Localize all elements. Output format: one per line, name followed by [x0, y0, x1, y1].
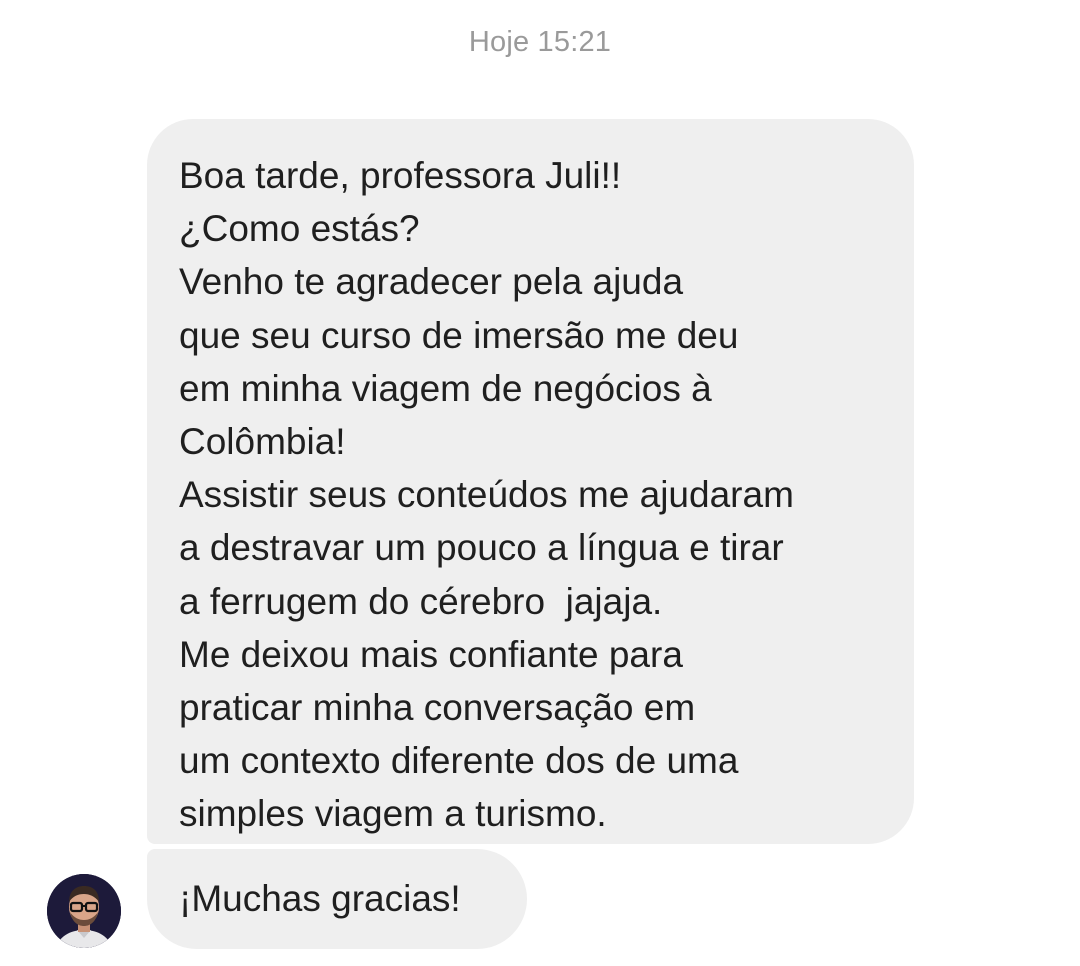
message-line: praticar minha conversação em — [179, 687, 696, 729]
sender-avatar[interactable] — [47, 874, 121, 948]
message-line: a ferrugem do cérebro jajaja. — [179, 580, 663, 622]
message-bubble[interactable]: ¡Muchas gracias! — [147, 849, 527, 949]
message-timestamp: Hoje 15:21 — [468, 26, 612, 58]
message-line: um contexto diferente dos de uma — [179, 740, 739, 782]
message-line: Colômbia! — [179, 421, 346, 463]
message-bubble[interactable]: Boa tarde, professora Juli!! ¿Como estás… — [147, 119, 914, 844]
message-line: Boa tarde, professora Juli!! — [179, 155, 622, 196]
message-line: em minha viagem de negócios à — [179, 367, 712, 409]
message-line: Me deixou mais confiante para — [179, 633, 683, 675]
message-line: ¿Como estás? — [179, 208, 420, 250]
message-line: que seu curso de imersão me deu — [179, 314, 739, 356]
message-line: simples viagem a turismo. — [179, 793, 607, 835]
message-text: ¡Muchas gracias! — [179, 878, 461, 920]
message-line: Assistir seus conteúdos me ajudaram — [179, 474, 794, 516]
message-line: a destravar um pouco a língua e tirar — [179, 527, 784, 569]
person-avatar-icon — [47, 874, 121, 948]
message-line: Venho te agradecer pela ajuda — [179, 261, 684, 303]
